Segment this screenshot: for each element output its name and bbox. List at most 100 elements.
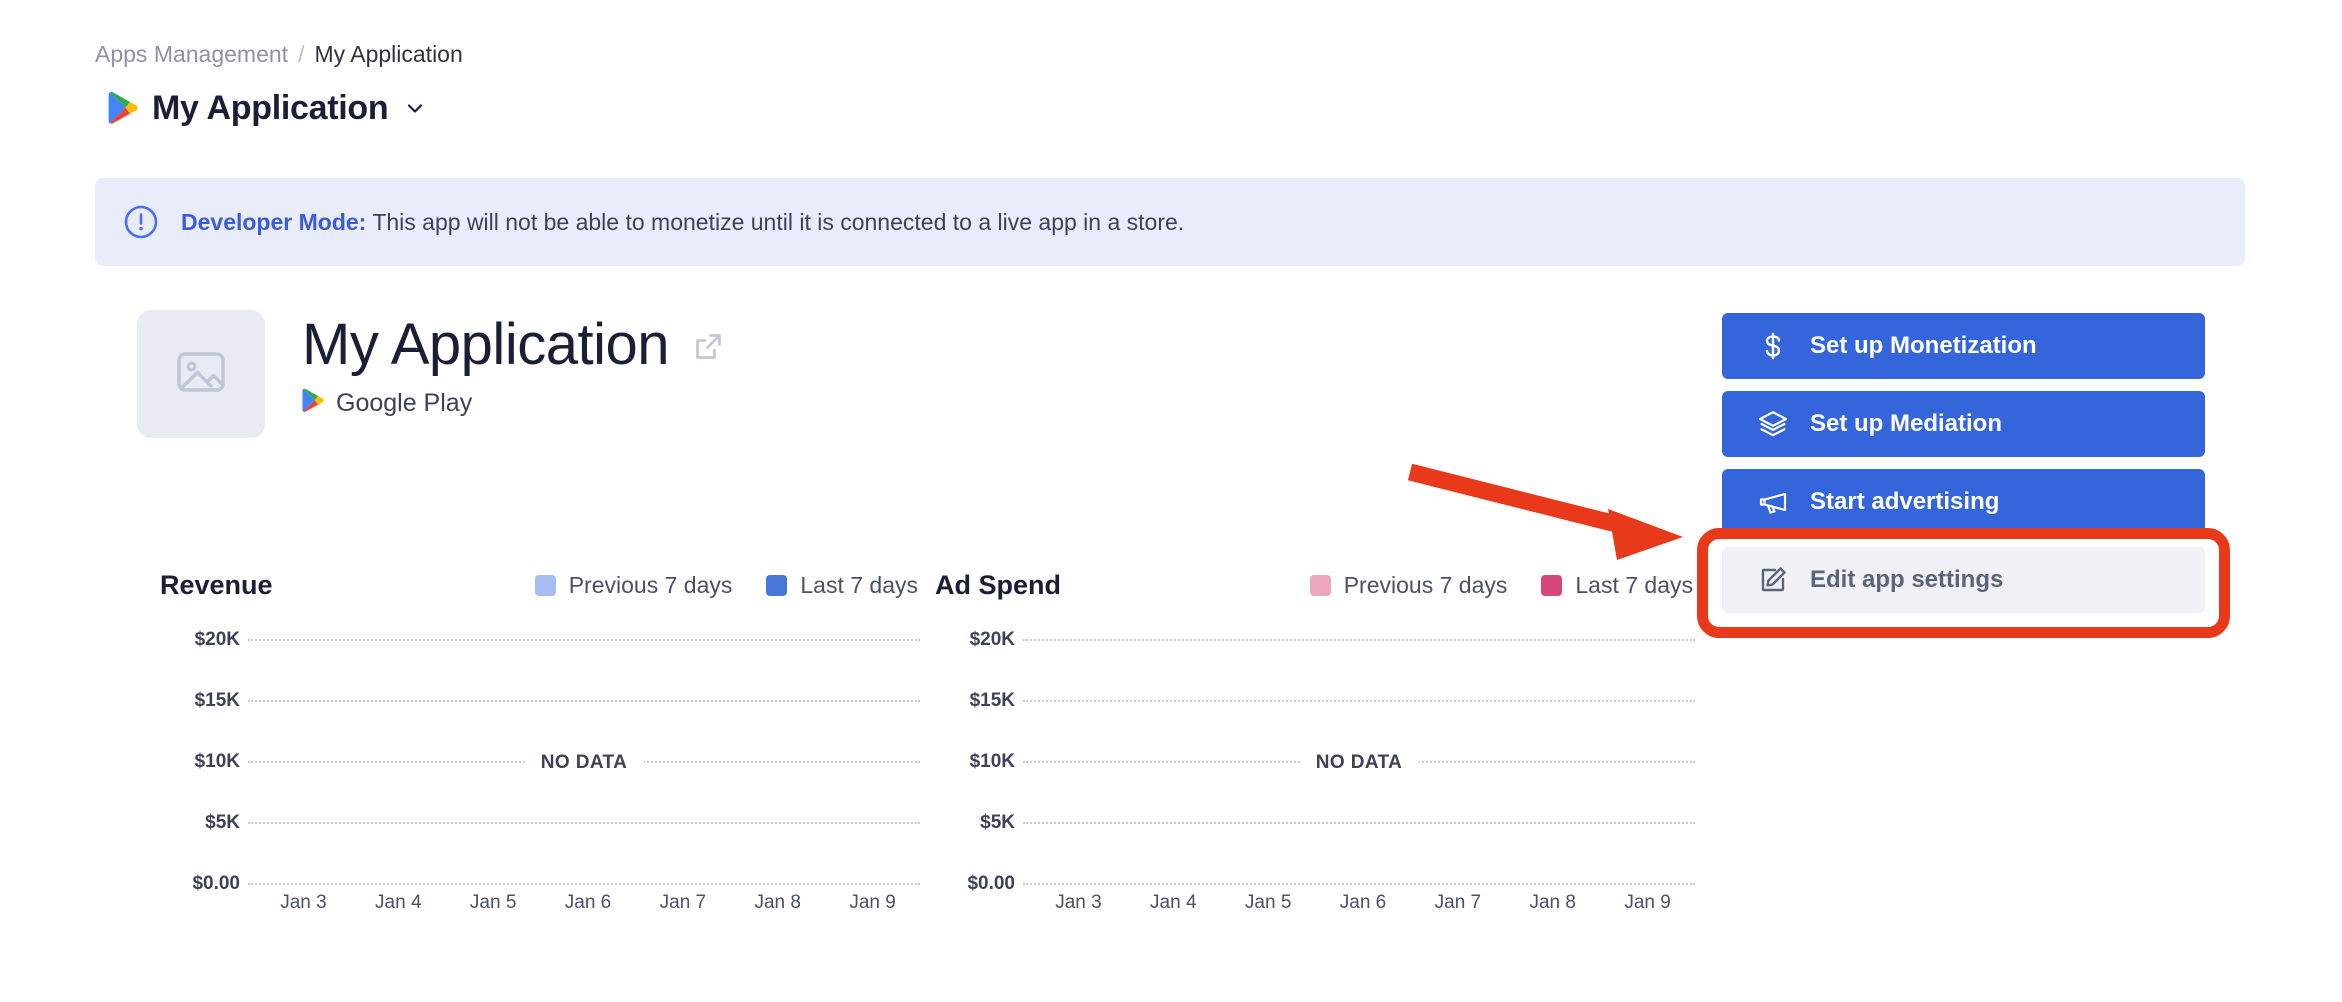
developer-mode-label: Developer Mode: bbox=[181, 209, 366, 235]
breadcrumb: Apps Management / My Application bbox=[95, 40, 463, 68]
gridline bbox=[1023, 883, 1695, 885]
gridline bbox=[248, 700, 920, 702]
google-play-icon bbox=[302, 388, 324, 418]
ad-spend-x-axis: Jan 3 Jan 4 Jan 5 Jan 6 Jan 7 Jan 8 Jan … bbox=[1031, 892, 1695, 914]
revenue-chart-title: Revenue bbox=[160, 570, 273, 601]
revenue-plot-area: $20K $15K $10K NO DATA $5K $0.00 Jan 3 J… bbox=[160, 630, 920, 890]
x-axis-tick: Jan 9 bbox=[825, 892, 920, 914]
megaphone-icon bbox=[1758, 487, 1788, 517]
breadcrumb-current: My Application bbox=[314, 40, 462, 68]
x-axis-tick: Jan 8 bbox=[730, 892, 825, 914]
set-up-mediation-button[interactable]: Set up Mediation bbox=[1722, 391, 2205, 457]
app-store-row: Google Play bbox=[302, 388, 725, 418]
layers-icon bbox=[1758, 409, 1788, 439]
gridline-row: $15K bbox=[160, 691, 920, 711]
set-up-mediation-label: Set up Mediation bbox=[1810, 410, 2002, 438]
gridline-row: $5K bbox=[160, 813, 920, 833]
set-up-monetization-label: Set up Monetization bbox=[1810, 332, 2037, 360]
legend-item-previous-7-days: Previous 7 days bbox=[535, 572, 733, 599]
developer-mode-banner: Developer Mode: This app will not be abl… bbox=[95, 178, 2245, 266]
edit-app-settings-button[interactable]: Edit app settings bbox=[1722, 547, 2205, 613]
breadcrumb-link-apps-management[interactable]: Apps Management bbox=[95, 40, 288, 68]
image-placeholder-icon bbox=[172, 343, 230, 406]
gridline bbox=[1023, 700, 1695, 702]
legend-label: Last 7 days bbox=[800, 572, 918, 599]
x-axis-tick: Jan 4 bbox=[351, 892, 446, 914]
gridline-row: $10K NO DATA bbox=[160, 752, 920, 772]
x-axis-tick: Jan 6 bbox=[1316, 892, 1411, 914]
external-link-icon[interactable] bbox=[691, 326, 725, 364]
red-arrow-annotation bbox=[1410, 472, 1683, 560]
legend-item-last-7-days: Last 7 days bbox=[1541, 572, 1693, 599]
legend-item-previous-7-days: Previous 7 days bbox=[1310, 572, 1508, 599]
x-axis-tick: Jan 8 bbox=[1505, 892, 1600, 914]
google-play-icon bbox=[108, 91, 138, 125]
legend-label: Previous 7 days bbox=[569, 572, 733, 599]
app-name-row: My Application bbox=[302, 312, 725, 378]
x-axis-tick: Jan 5 bbox=[446, 892, 541, 914]
developer-mode-message: This app will not be able to monetize un… bbox=[372, 209, 1184, 235]
no-data-label: NO DATA bbox=[525, 752, 644, 774]
set-up-monetization-button[interactable]: Set up Monetization bbox=[1722, 313, 2205, 379]
ad-spend-chart-legend: Previous 7 days Last 7 days bbox=[1310, 572, 1695, 599]
chevron-down-icon[interactable] bbox=[402, 97, 426, 119]
legend-swatch bbox=[766, 575, 787, 596]
y-axis-tick: $10K bbox=[935, 751, 1023, 773]
x-axis-tick: Jan 6 bbox=[541, 892, 636, 914]
gridline bbox=[1023, 822, 1695, 824]
y-axis-tick: $5K bbox=[935, 812, 1023, 834]
app-title-block: My Application Google Play bbox=[302, 312, 725, 418]
revenue-chart: Revenue Previous 7 days Last 7 days $20K… bbox=[160, 568, 920, 928]
gridline-row: $20K bbox=[160, 630, 920, 650]
gridline bbox=[248, 639, 920, 641]
gridline bbox=[248, 883, 920, 885]
y-axis-tick: $10K bbox=[160, 751, 248, 773]
app-store-name: Google Play bbox=[336, 388, 472, 418]
revenue-chart-legend: Previous 7 days Last 7 days bbox=[535, 572, 920, 599]
gridline-row: $20K bbox=[935, 630, 1695, 650]
gridline-row: $0.00 bbox=[935, 874, 1695, 894]
gridline-row: $15K bbox=[935, 691, 1695, 711]
ad-spend-plot-area: $20K $15K $10K NO DATA $5K $0.00 Jan 3 J… bbox=[935, 630, 1695, 890]
x-axis-tick: Jan 9 bbox=[1600, 892, 1695, 914]
x-axis-tick: Jan 3 bbox=[256, 892, 351, 914]
y-axis-tick: $20K bbox=[935, 629, 1023, 651]
page-title: My Application bbox=[152, 88, 388, 128]
x-axis-tick: Jan 3 bbox=[1031, 892, 1126, 914]
ad-spend-chart-header: Ad Spend Previous 7 days Last 7 days bbox=[935, 568, 1695, 602]
ad-spend-chart-title: Ad Spend bbox=[935, 570, 1061, 601]
y-axis-tick: $15K bbox=[160, 690, 248, 712]
edit-app-settings-label: Edit app settings bbox=[1810, 566, 2003, 594]
gridline: NO DATA bbox=[248, 761, 920, 763]
x-axis-tick: Jan 7 bbox=[1410, 892, 1505, 914]
app-name: My Application bbox=[302, 312, 669, 378]
y-axis-tick: $5K bbox=[160, 812, 248, 834]
app-thumbnail bbox=[137, 310, 265, 438]
gridline bbox=[248, 822, 920, 824]
x-axis-tick: Jan 7 bbox=[635, 892, 730, 914]
revenue-chart-header: Revenue Previous 7 days Last 7 days bbox=[160, 568, 920, 602]
legend-swatch bbox=[1310, 575, 1331, 596]
edit-square-icon bbox=[1758, 565, 1788, 595]
y-axis-tick: $0.00 bbox=[935, 873, 1023, 895]
page-title-row: My Application bbox=[108, 86, 426, 130]
y-axis-tick: $15K bbox=[935, 690, 1023, 712]
ad-spend-chart: Ad Spend Previous 7 days Last 7 days $20… bbox=[935, 568, 1695, 928]
app-actions: Set up Monetization Set up Mediation Sta… bbox=[1722, 313, 2205, 613]
start-advertising-button[interactable]: Start advertising bbox=[1722, 469, 2205, 535]
gridline: NO DATA bbox=[1023, 761, 1695, 763]
y-axis-tick: $20K bbox=[160, 629, 248, 651]
legend-swatch bbox=[535, 575, 556, 596]
gridline bbox=[1023, 639, 1695, 641]
gridline-row: $0.00 bbox=[160, 874, 920, 894]
y-axis-tick: $0.00 bbox=[160, 873, 248, 895]
x-axis-tick: Jan 5 bbox=[1221, 892, 1316, 914]
legend-label: Last 7 days bbox=[1575, 572, 1693, 599]
no-data-label: NO DATA bbox=[1300, 752, 1419, 774]
legend-swatch bbox=[1541, 575, 1562, 596]
legend-item-last-7-days: Last 7 days bbox=[766, 572, 918, 599]
start-advertising-label: Start advertising bbox=[1810, 488, 1999, 516]
gridline-row: $10K NO DATA bbox=[935, 752, 1695, 772]
x-axis-tick: Jan 4 bbox=[1126, 892, 1221, 914]
alert-circle-icon bbox=[123, 204, 181, 240]
